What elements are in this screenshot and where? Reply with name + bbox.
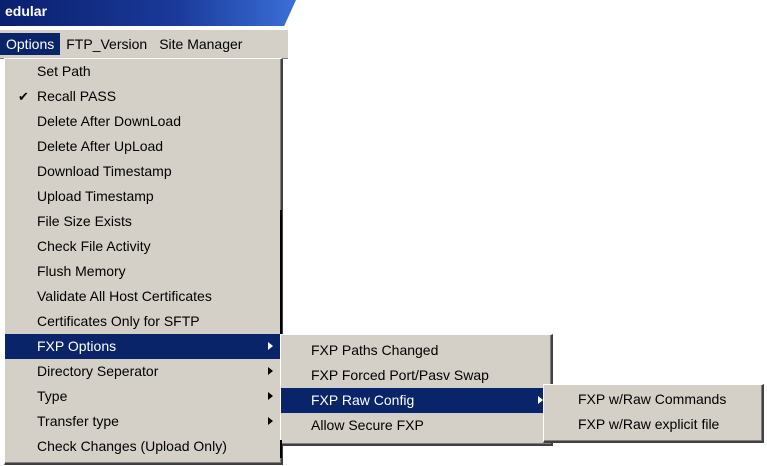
menu-item-label: Flush Memory bbox=[37, 263, 126, 279]
menu-item-label: Certificates Only for SFTP bbox=[37, 313, 200, 329]
check-icon: ✔ bbox=[18, 89, 29, 104]
menu-site-manager[interactable]: Site Manager bbox=[153, 33, 248, 55]
menu-item-label: FXP w/Raw explicit file bbox=[578, 416, 720, 432]
menu-item-label: Delete After UpLoad bbox=[37, 138, 164, 154]
window-title: edular bbox=[5, 3, 48, 19]
menu-item-download-timestamp[interactable]: Download Timestamp bbox=[5, 159, 281, 184]
menu-item-check-file-activity[interactable]: Check File Activity bbox=[5, 234, 281, 259]
options-dropdown: Set Path ✔ Recall PASS Delete After DownL… bbox=[4, 58, 283, 465]
menu-item-validate-certificates[interactable]: Validate All Host Certificates bbox=[5, 284, 281, 309]
menu-item-label: Validate All Host Certificates bbox=[37, 288, 212, 304]
fxp-raw-config-submenu: FXP w/Raw Commands FXP w/Raw explicit fi… bbox=[543, 384, 764, 443]
menu-item-transfer-type[interactable]: Transfer type bbox=[5, 409, 281, 434]
window-edge-divider bbox=[280, 210, 282, 334]
menu-item-fxp-raw-config[interactable]: FXP Raw Config bbox=[281, 388, 551, 413]
menu-item-label: FXP w/Raw Commands bbox=[578, 391, 727, 407]
menu-item-label: FXP Raw Config bbox=[311, 392, 415, 408]
submenu-arrow-icon bbox=[268, 342, 273, 350]
menu-item-fxp-forced-port[interactable]: FXP Forced Port/Pasv Swap bbox=[281, 363, 551, 388]
menu-item-flush-memory[interactable]: Flush Memory bbox=[5, 259, 281, 284]
menu-item-type[interactable]: Type bbox=[5, 384, 281, 409]
submenu-arrow-icon bbox=[268, 367, 273, 375]
menu-item-fxp-options[interactable]: FXP Options bbox=[5, 334, 281, 359]
menu-item-delete-after-upload[interactable]: Delete After UpLoad bbox=[5, 134, 281, 159]
menu-item-label: FXP Forced Port/Pasv Swap bbox=[311, 367, 489, 383]
menu-item-label: Allow Secure FXP bbox=[311, 417, 424, 433]
menu-item-fxp-raw-commands[interactable]: FXP w/Raw Commands bbox=[544, 387, 762, 412]
menu-item-label: FXP Options bbox=[37, 338, 117, 354]
menu-item-certificates-sftp[interactable]: Certificates Only for SFTP bbox=[5, 309, 281, 334]
menu-item-label: Upload Timestamp bbox=[37, 188, 154, 204]
submenu-arrow-icon bbox=[268, 392, 273, 400]
menu-item-check-changes[interactable]: Check Changes (Upload Only) bbox=[5, 434, 281, 459]
menu-item-file-size-exists[interactable]: File Size Exists bbox=[5, 209, 281, 234]
menu-item-label: Directory Seperator bbox=[37, 363, 159, 379]
menu-bar: Options FTP_Version Site Manager bbox=[0, 30, 288, 59]
menu-item-allow-secure-fxp[interactable]: Allow Secure FXP bbox=[281, 413, 551, 438]
menu-ftp-version[interactable]: FTP_Version bbox=[60, 33, 153, 55]
title-bar: edular bbox=[0, 0, 296, 26]
menu-item-label: Check File Activity bbox=[37, 238, 151, 254]
fxp-options-submenu: FXP Paths Changed FXP Forced Port/Pasv S… bbox=[280, 334, 553, 446]
menu-item-label: Check Changes (Upload Only) bbox=[37, 438, 227, 454]
menu-item-label: Delete After DownLoad bbox=[37, 113, 181, 129]
menu-item-set-path[interactable]: Set Path bbox=[5, 59, 281, 84]
menu-item-label: Download Timestamp bbox=[37, 163, 172, 179]
menu-item-label: Recall PASS bbox=[37, 88, 117, 104]
menu-item-label: File Size Exists bbox=[37, 213, 132, 229]
menu-item-label: FXP Paths Changed bbox=[311, 342, 439, 358]
menu-item-label: Set Path bbox=[37, 63, 91, 79]
menu-item-fxp-paths-changed[interactable]: FXP Paths Changed bbox=[281, 338, 551, 363]
menu-options[interactable]: Options bbox=[0, 33, 61, 55]
menu-item-directory-separator[interactable]: Directory Seperator bbox=[5, 359, 281, 384]
menu-item-delete-after-download[interactable]: Delete After DownLoad bbox=[5, 109, 281, 134]
menu-item-recall-pass[interactable]: ✔ Recall PASS bbox=[5, 84, 281, 109]
menu-item-fxp-raw-explicit-file[interactable]: FXP w/Raw explicit file bbox=[544, 412, 762, 437]
menu-item-upload-timestamp[interactable]: Upload Timestamp bbox=[5, 184, 281, 209]
menu-item-label: Type bbox=[37, 388, 68, 404]
window-edge-divider bbox=[280, 440, 282, 458]
submenu-arrow-icon bbox=[268, 417, 273, 425]
menu-item-label: Transfer type bbox=[37, 413, 119, 429]
